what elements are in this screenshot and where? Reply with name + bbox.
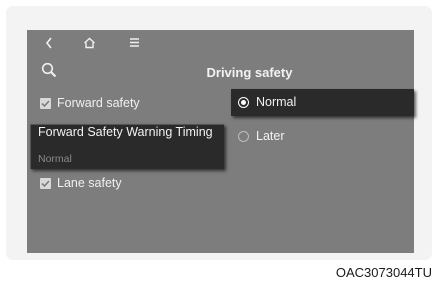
forward-safety-label: Forward safety bbox=[57, 96, 140, 110]
lane-safety-label: Lane safety bbox=[57, 176, 122, 190]
tooltip-value: Normal bbox=[38, 153, 72, 165]
page-title: Driving safety bbox=[206, 65, 293, 80]
infotainment-screen: Driving safety Forward safety Forward Sa… bbox=[27, 30, 414, 253]
option-later[interactable]: Later bbox=[231, 126, 414, 148]
tooltip-popup: Forward Safety Warning Timing Normal bbox=[30, 124, 224, 169]
option-normal-label: Normal bbox=[256, 95, 297, 109]
tooltip-title: Forward Safety Warning Timing bbox=[38, 125, 213, 139]
checkbox-forward-safety[interactable] bbox=[40, 98, 51, 109]
menu-icon[interactable] bbox=[129, 37, 140, 48]
checkbox-lane-safety[interactable] bbox=[40, 178, 51, 189]
radio-selected-icon bbox=[239, 98, 248, 107]
option-normal[interactable]: Normal bbox=[231, 89, 414, 116]
top-nav-bar bbox=[27, 30, 414, 60]
radio-unselected-icon bbox=[238, 131, 249, 142]
back-chevron-icon[interactable] bbox=[45, 37, 53, 49]
home-icon[interactable] bbox=[83, 37, 96, 49]
option-later-label: Later bbox=[256, 129, 285, 143]
figure-caption: OAC3073044TU bbox=[335, 265, 432, 280]
